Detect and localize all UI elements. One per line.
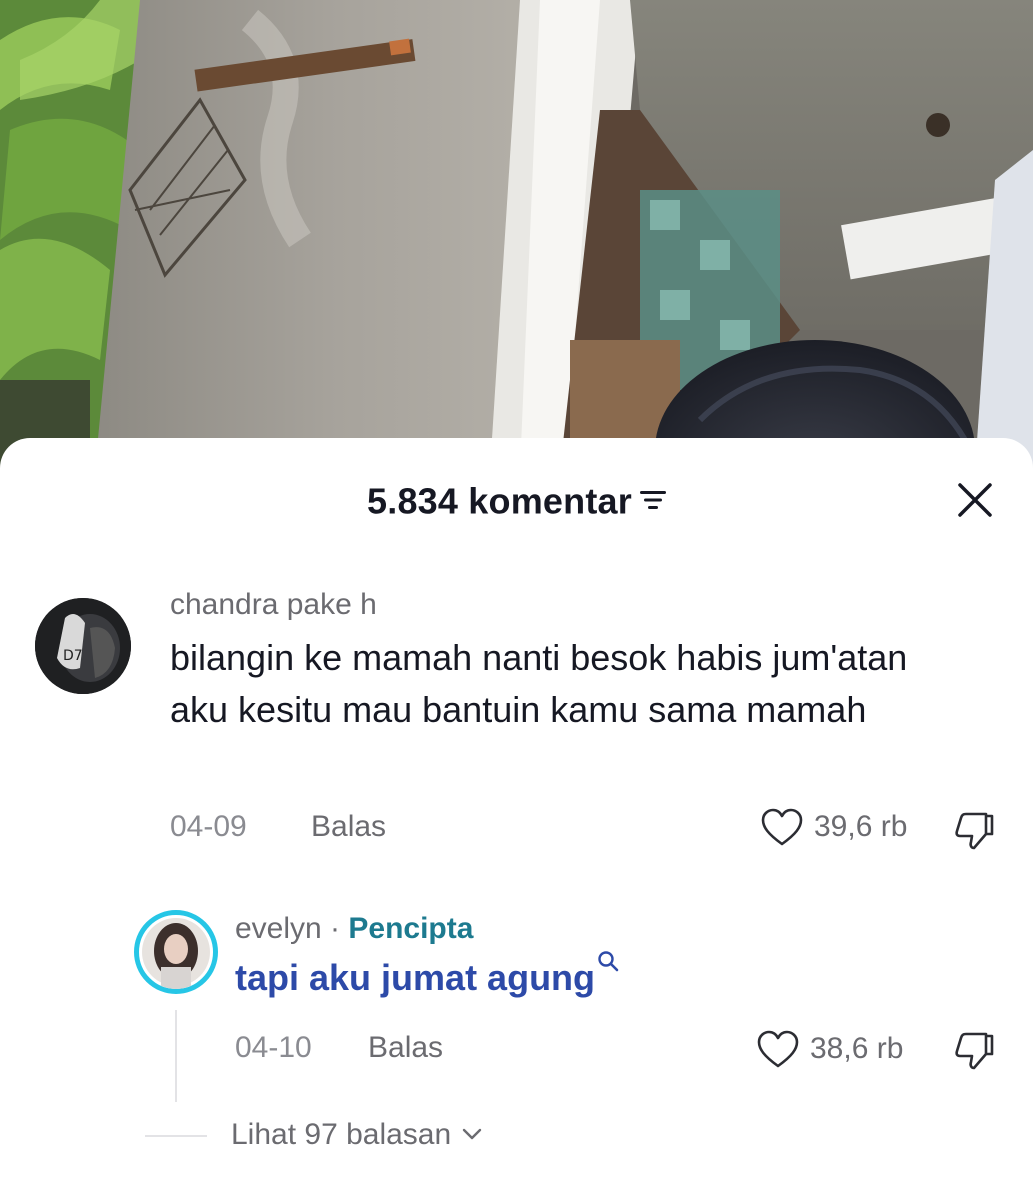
- reply-text-content: tapi aku jumat agung: [235, 957, 596, 998]
- video-frame[interactable]: [0, 0, 1033, 470]
- svg-text:D7: D7: [63, 648, 83, 664]
- reply-like-button[interactable]: 38,6 rb: [756, 1028, 930, 1072]
- creator-avatar[interactable]: [134, 910, 218, 994]
- view-replies-label: Lihat 97 balasan: [231, 1118, 452, 1151]
- comment-username[interactable]: chandra pake h: [170, 588, 377, 622]
- video-scene: [0, 0, 1033, 470]
- reply-reply-button[interactable]: Balas: [368, 1031, 443, 1065]
- reply-username[interactable]: evelyn · Pencipta: [235, 912, 473, 946]
- username-separator: ·: [321, 912, 349, 945]
- like-count: 39,6 rb: [814, 810, 908, 843]
- view-replies-button[interactable]: Lihat 97 balasan: [231, 1118, 483, 1152]
- heart-icon: [757, 1030, 799, 1068]
- comment-item: D7 chandra pake h bilangin ke mamah nant…: [0, 438, 1033, 858]
- dislike-icon[interactable]: [952, 1028, 996, 1072]
- avatar[interactable]: D7: [35, 598, 131, 694]
- dislike-icon[interactable]: [952, 808, 996, 852]
- reply-text[interactable]: tapi aku jumat agung: [235, 951, 619, 1000]
- thread-line: [175, 1010, 177, 1102]
- heart-icon: [761, 808, 803, 846]
- like-button[interactable]: 39,6 rb: [760, 806, 930, 850]
- reply-username-text: evelyn: [235, 912, 322, 945]
- reply-button[interactable]: Balas: [311, 810, 386, 844]
- comment-text: bilangin ke mamah nanti besok habis jum'…: [170, 637, 908, 730]
- view-replies-divider: [145, 1135, 207, 1137]
- reply-like-count: 38,6 rb: [810, 1032, 904, 1065]
- chevron-down-icon: [462, 1128, 482, 1140]
- tiktok-comments-screen: 5.834 komentar D7 chandra pake h bilangi…: [0, 0, 1033, 1199]
- reply-item: evelyn · Pencipta tapi aku jumat agung 0…: [0, 898, 1033, 1098]
- reply-date: 04-10: [235, 1031, 312, 1064]
- creator-avatar-image: [142, 918, 210, 989]
- creator-badge: Pencipta: [348, 912, 474, 945]
- comment-date: 04-09: [170, 810, 247, 843]
- search-icon[interactable]: [597, 950, 619, 972]
- avatar-image: D7: [35, 598, 131, 694]
- comments-sheet: 5.834 komentar D7 chandra pake h bilangi…: [0, 438, 1033, 1199]
